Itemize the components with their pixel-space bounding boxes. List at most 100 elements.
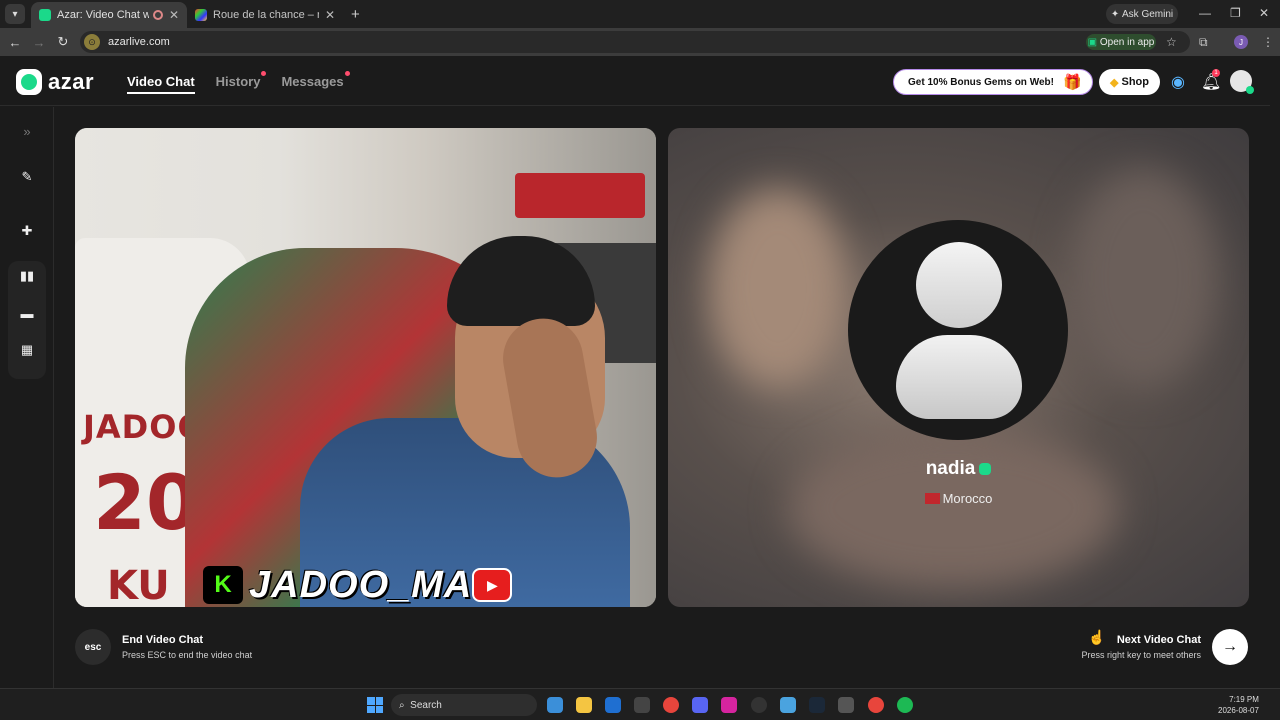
nav-video-chat[interactable]: Video Chat: [127, 74, 195, 94]
logo-text: azar: [48, 69, 95, 94]
gem-icon: ◆: [1110, 76, 1119, 89]
streamer-watermark: K JADOO_MA ▶: [203, 563, 513, 606]
next-chat-control: Next Video Chat Press right key to meet …: [1081, 629, 1248, 665]
tab-title: Roue de la chance – roue aléato: [213, 9, 319, 21]
wydad-banner: [515, 173, 645, 218]
gallery-app-icon[interactable]: [547, 697, 563, 713]
nav-label: Video Chat: [127, 74, 195, 89]
app-icon[interactable]: [780, 697, 796, 713]
instagram-icon[interactable]: [721, 697, 737, 713]
search-icon: ⌕: [399, 699, 411, 711]
youtube-logo-icon: ▶: [472, 568, 513, 602]
browser-tab-strip: ▾ Azar: Video Chat with New ✕ Roue de la…: [0, 0, 1280, 28]
system-clock[interactable]: 7:19 PM 2026-08-07: [1218, 694, 1259, 716]
steam-icon[interactable]: [809, 697, 825, 713]
jersey-number: 20: [93, 458, 199, 547]
browser-profile-avatar[interactable]: J: [1234, 35, 1248, 49]
peer-country-row: Morocco: [668, 491, 1249, 506]
chrome-active-icon[interactable]: [868, 697, 884, 713]
effects-icon[interactable]: ✚: [17, 221, 37, 241]
open-in-app-label: Open in app: [1099, 36, 1155, 48]
online-status-badge: [1246, 86, 1254, 94]
local-video: JADOO 20 KU K JADOO_MA ▶: [75, 128, 656, 607]
unread-dot: [344, 71, 350, 76]
bookmark-star-icon[interactable]: ☆: [1166, 35, 1177, 49]
outlook-icon[interactable]: [605, 697, 621, 713]
morocco-flag-icon: [924, 493, 940, 504]
clock-date: 2026-08-07: [1218, 706, 1259, 715]
nav-history[interactable]: History: [215, 71, 267, 89]
extensions-icon[interactable]: ⧉: [1199, 35, 1208, 50]
app-header: azar Video Chat History Messages Get 10%…: [0, 56, 1270, 106]
url-text: azarlive.com: [108, 36, 170, 48]
close-window-icon[interactable]: ✕: [1259, 6, 1269, 20]
end-chat-button[interactable]: esc: [75, 629, 111, 665]
layout-side-by-side-icon[interactable]: ▮▮: [17, 266, 37, 286]
close-tab-icon[interactable]: ✕: [169, 8, 179, 22]
azar-app: azar Video Chat History Messages Get 10%…: [0, 56, 1280, 688]
taskbar-search[interactable]: ⌕ Search: [391, 694, 537, 716]
open-in-app-button[interactable]: ▣ Open in app: [1086, 34, 1156, 50]
ask-gemini-label: Ask Gemini: [1122, 8, 1174, 20]
discord-icon[interactable]: [692, 697, 708, 713]
search-placeholder: Search: [410, 699, 442, 711]
browser-menu-icon[interactable]: ⋮: [1262, 35, 1274, 49]
recording-icon: [152, 10, 163, 20]
end-chat-title: End Video Chat: [122, 634, 204, 646]
windows-start-icon[interactable]: [367, 697, 383, 713]
end-chat-hint: Press ESC to end the video chat: [122, 650, 253, 660]
peer-video: nadia Morocco: [668, 128, 1249, 607]
main-nav: Video Chat History Messages: [127, 71, 350, 94]
new-tab-icon[interactable]: +: [351, 6, 360, 23]
tab-search-button[interactable]: ▾: [5, 4, 25, 24]
next-chat-hint: Press right key to meet others: [1081, 650, 1201, 660]
app-icon: ▣: [1087, 36, 1100, 48]
spotify-icon[interactable]: [897, 697, 913, 713]
nav-messages[interactable]: Messages: [281, 71, 350, 89]
nav-label: Messages: [281, 74, 344, 89]
peer-name: nadia: [925, 458, 976, 479]
layout-grid-icon[interactable]: ▦: [17, 340, 37, 360]
layout-stacked-icon[interactable]: ▬: [17, 303, 37, 323]
reload-icon[interactable]: ↻: [51, 34, 75, 50]
blur-shape: [788, 428, 1118, 588]
magic-wand-icon[interactable]: ✎: [17, 167, 37, 187]
next-chat-button[interactable]: →: [1212, 629, 1248, 665]
verified-icon: [979, 462, 992, 475]
gemini-spark-icon: ✦: [1110, 8, 1123, 20]
azar-logo[interactable]: azar: [16, 69, 94, 95]
avatar-head-icon: [916, 242, 1002, 328]
mouse-cursor-icon: ☝: [1088, 629, 1106, 645]
watermark-text: JADOO_MA: [249, 563, 473, 606]
site-info-icon[interactable]: ⊙: [84, 34, 100, 50]
gift-icon: 🎁: [1063, 74, 1082, 91]
page-scrollbar[interactable]: [1270, 56, 1280, 688]
store-icon[interactable]: [634, 697, 650, 713]
expand-sidebar-icon[interactable]: »: [17, 121, 37, 141]
arrow-right-icon: →: [1222, 638, 1238, 655]
shop-label: Shop: [1121, 76, 1149, 88]
bonus-gems-button[interactable]: Get 10% Bonus Gems on Web! 🎁: [893, 69, 1093, 95]
tab-azar[interactable]: Azar: Video Chat with New ✕: [31, 2, 187, 28]
capcut-icon[interactable]: [838, 697, 854, 713]
notification-badge: 1: [1212, 69, 1220, 77]
file-explorer-icon[interactable]: [576, 697, 592, 713]
chrome-icon[interactable]: [663, 697, 679, 713]
shop-button[interactable]: ◆ Shop: [1099, 69, 1160, 95]
close-tab-icon[interactable]: ✕: [325, 8, 335, 22]
clock-time: 7:19 PM: [1229, 695, 1259, 704]
minimize-icon[interactable]: —: [1199, 6, 1211, 20]
back-icon[interactable]: ←: [3, 35, 27, 50]
tab-roue[interactable]: Roue de la chance – roue aléato ✕: [187, 2, 343, 28]
windows-taskbar: ⌕ Search 7:19 PM 2026-08-07: [0, 688, 1280, 720]
unread-dot: [261, 71, 267, 76]
chat-bubble-icon[interactable]: ◉: [1171, 72, 1185, 92]
url-field[interactable]: ⊙ azarlive.com: [80, 31, 1190, 53]
forward-icon[interactable]: →: [27, 35, 51, 50]
jersey-ku: KU: [107, 563, 170, 607]
maximize-icon[interactable]: ❐: [1230, 6, 1241, 20]
obs-icon[interactable]: [751, 697, 767, 713]
ask-gemini-button[interactable]: ✦ Ask Gemini: [1106, 4, 1178, 24]
azar-favicon-icon: [39, 9, 51, 21]
nav-label: History: [215, 74, 261, 89]
